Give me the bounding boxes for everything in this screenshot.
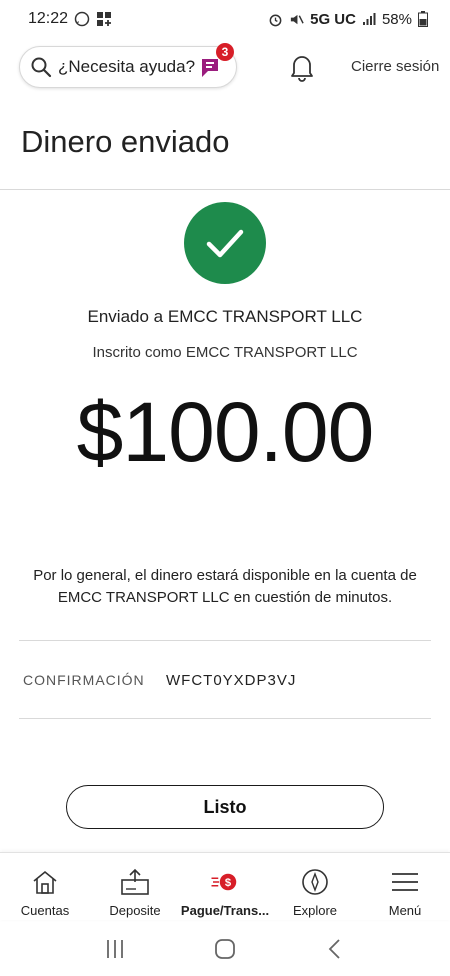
nav-label: Explore <box>292 903 338 918</box>
battery-percent: 58% <box>381 10 412 28</box>
divider <box>19 640 431 641</box>
network-label: 5G UC <box>310 10 356 28</box>
nav-label: Menú <box>388 903 422 918</box>
amount-display: $100.00 <box>76 385 375 479</box>
bottom-nav: Cuentas Deposite $ Pague/Trans... Explor… <box>0 852 450 920</box>
status-bar: 12:22 5G UC 58% <box>0 0 450 38</box>
nav-label: Pague/Trans... <box>180 903 270 918</box>
help-search-pill[interactable]: ¿Necesita ayuda? 3 <box>19 43 237 88</box>
hamburger-icon <box>392 873 418 891</box>
nav-item-pague-transfiera[interactable]: $ Pague/Trans... <box>180 853 270 920</box>
whatsapp-icon <box>74 11 90 27</box>
checkmark-icon <box>206 229 244 258</box>
divider <box>19 718 431 719</box>
mute-icon <box>291 14 304 24</box>
home-button-icon[interactable] <box>213 938 237 960</box>
nav-item-deposite[interactable]: Deposite <box>90 853 180 920</box>
nav-label: Deposite <box>109 903 161 918</box>
status-time: 12:22 <box>28 10 69 27</box>
page-title: Dinero enviado <box>21 124 230 159</box>
confirmation-label: CONFIRMACIÓN <box>23 672 145 688</box>
availability-note: Por lo general, el dinero estará disponi… <box>33 567 417 606</box>
apps-grid-icon <box>97 12 112 26</box>
back-icon[interactable] <box>323 938 347 960</box>
nav-item-explore[interactable]: Explore <box>270 853 360 920</box>
sent-to-text: Enviado a EMCC TRANSPORT LLC <box>87 307 363 326</box>
confirmation-value: WFCT0YXDP3VJ <box>166 672 297 689</box>
enrolled-as-text: Inscrito como EMCC TRANSPORT LLC <box>92 344 358 361</box>
svg-text:$: $ <box>225 877 232 889</box>
recent-apps-icon[interactable] <box>103 938 127 960</box>
divider <box>0 189 450 190</box>
pay-transfer-icon: $ <box>211 873 237 891</box>
deposit-icon <box>121 868 149 895</box>
bell-icon[interactable] <box>288 52 316 82</box>
top-bar: ¿Necesita ayuda? 3 Cierre sesión <box>0 43 450 90</box>
signal-icon <box>362 13 376 25</box>
search-icon <box>31 57 52 78</box>
help-label: ¿Necesita ayuda? <box>58 57 196 76</box>
alarm-icon <box>269 14 282 26</box>
success-badge <box>184 202 266 284</box>
nav-label: Cuentas <box>20 903 70 918</box>
nav-item-menu[interactable]: Menú <box>360 853 450 920</box>
battery-icon <box>418 11 428 27</box>
done-button[interactable]: Listo <box>66 785 384 829</box>
assistant-badge: 3 <box>216 43 234 61</box>
nav-item-cuentas[interactable]: Cuentas <box>0 853 90 920</box>
compass-icon <box>302 869 328 895</box>
home-icon <box>33 870 57 894</box>
system-nav-bar <box>0 921 450 976</box>
signout-link[interactable]: Cierre sesión <box>351 58 439 75</box>
